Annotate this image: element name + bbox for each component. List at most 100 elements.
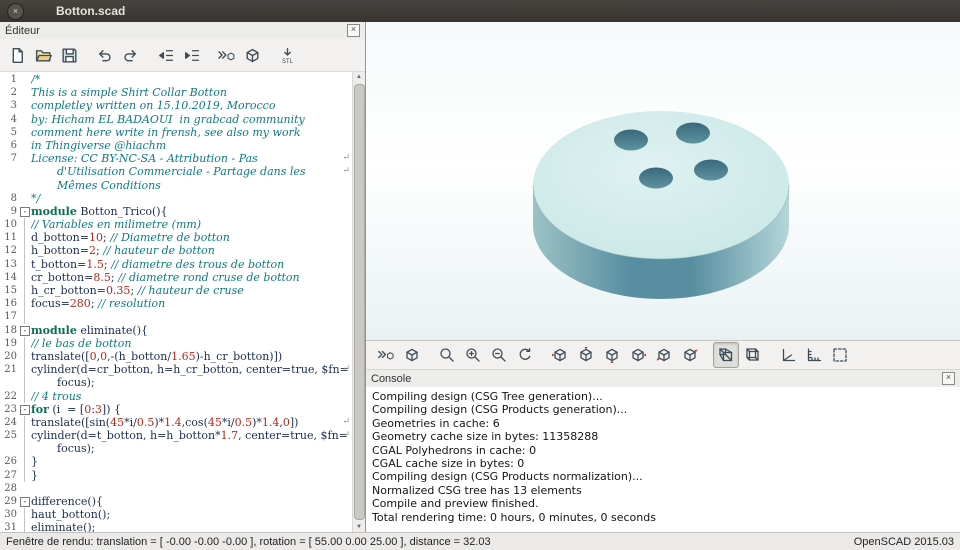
console-line: Compile and preview finished. bbox=[372, 497, 539, 511]
code-text: in Thingiverse @hiachm bbox=[31, 138, 167, 152]
zoom-out-button[interactable] bbox=[487, 343, 511, 367]
console-dock-close-button[interactable]: × bbox=[942, 372, 955, 385]
code-text: // le bas de botton bbox=[31, 336, 132, 350]
code-line: 7 License: CC BY-NC-SA - Attribution - Pa… bbox=[0, 152, 352, 165]
fold-margin bbox=[20, 297, 31, 311]
fold-margin bbox=[20, 270, 31, 285]
preview-button[interactable] bbox=[214, 43, 238, 67]
code-text: haut_botton(); bbox=[31, 508, 111, 522]
view-top-button[interactable] bbox=[574, 343, 598, 367]
line-number: 30 bbox=[4, 509, 17, 521]
view-front-button[interactable] bbox=[652, 343, 676, 367]
fold-margin bbox=[20, 165, 31, 178]
fold-toggle[interactable]: - bbox=[20, 206, 30, 217]
console-line: Compiling design (CSG Products normaliza… bbox=[372, 470, 643, 484]
code-text: d_botton=10; // Diametre de botton bbox=[31, 231, 230, 245]
orthogonal-button[interactable] bbox=[741, 343, 765, 367]
fold-margin bbox=[20, 113, 31, 126]
code-text: */ bbox=[31, 191, 41, 205]
code-line: 3 completley written on 15.10.2019, Moroc… bbox=[0, 99, 352, 112]
redo-button[interactable] bbox=[118, 43, 142, 67]
view-all-box-button[interactable] bbox=[828, 343, 852, 367]
fold-toggle[interactable]: - bbox=[20, 497, 30, 507]
code-line: Mêmes Conditions bbox=[0, 179, 352, 192]
code-editor[interactable]: 1 /* 2 This is a simple Shirt Collar Botton… bbox=[0, 72, 352, 532]
wrap-marker-icon: ↵ bbox=[342, 416, 350, 427]
code-line: 26} bbox=[0, 455, 352, 469]
open-file-button[interactable] bbox=[31, 43, 55, 67]
code-text: module eliminate(){ bbox=[31, 323, 148, 337]
save-file-button[interactable] bbox=[57, 43, 81, 67]
wrap-marker-icon: ↵ bbox=[342, 166, 350, 177]
show-axes-button[interactable] bbox=[776, 343, 800, 367]
line-number bbox=[0, 442, 20, 455]
fold-margin bbox=[20, 126, 31, 139]
export-stl-button[interactable]: STL bbox=[275, 43, 299, 67]
fold-toggle[interactable]: - bbox=[20, 325, 30, 336]
console-line: CGAL Polyhedrons in cache: 0 bbox=[372, 443, 537, 457]
view-right-button[interactable] bbox=[548, 343, 572, 367]
code-line: focus); bbox=[0, 442, 352, 456]
fold-margin bbox=[20, 376, 31, 390]
view-toolbar bbox=[366, 340, 960, 370]
fold-margin bbox=[20, 152, 31, 165]
fold-margin bbox=[20, 468, 31, 483]
fold-margin bbox=[20, 508, 31, 522]
code-line: 29- difference(){ bbox=[0, 495, 352, 508]
show-scale-markers-button[interactable] bbox=[802, 343, 826, 367]
scroll-up-icon[interactable]: ▲ bbox=[353, 74, 365, 80]
code-text: } bbox=[31, 468, 38, 482]
code-text: h_botton=2; // hauteur de botton bbox=[31, 244, 215, 258]
window-close-button[interactable]: × bbox=[7, 2, 24, 20]
undo-button[interactable] bbox=[92, 43, 116, 67]
line-number bbox=[0, 179, 20, 192]
view-left-button[interactable] bbox=[626, 343, 650, 367]
unindent-button[interactable] bbox=[153, 43, 177, 67]
perspective-button[interactable] bbox=[713, 342, 739, 368]
code-line: 2 This is a simple Shirt Collar Botton bbox=[0, 86, 352, 99]
scroll-down-icon[interactable]: ▼ bbox=[353, 524, 365, 530]
code-line: 22 // 4 trous bbox=[0, 389, 352, 403]
editor-dock-close-button[interactable]: × bbox=[347, 24, 360, 37]
reset-view-button[interactable] bbox=[513, 343, 537, 367]
line-number: 11 bbox=[4, 232, 17, 244]
perspective-icon bbox=[719, 348, 733, 362]
view-back-button[interactable] bbox=[678, 343, 702, 367]
fold-margin bbox=[20, 73, 31, 86]
fold-margin bbox=[20, 284, 31, 298]
render-button[interactable] bbox=[240, 43, 264, 67]
console-dock-title: Console bbox=[371, 372, 412, 385]
code-line: 9- module Botton_Trico(){ bbox=[0, 205, 352, 218]
line-number: 8 bbox=[10, 192, 17, 204]
fold-margin bbox=[20, 231, 31, 245]
code-text: translate([sin(45*i/0.5)*1.4,cos(45*i/0.… bbox=[31, 415, 299, 429]
viewport-3d[interactable] bbox=[366, 22, 960, 340]
unindent-icon bbox=[158, 49, 173, 61]
zoom-in-button[interactable] bbox=[461, 343, 485, 367]
indent-button[interactable] bbox=[179, 43, 203, 67]
fold-toggle[interactable]: - bbox=[20, 404, 30, 415]
console-line: Compiling design (CSG Tree generation)..… bbox=[372, 390, 603, 403]
new-file-button[interactable] bbox=[5, 43, 29, 67]
code-text: /* bbox=[31, 73, 41, 86]
view-back-icon bbox=[684, 348, 698, 362]
render-button[interactable] bbox=[400, 343, 424, 367]
preview-icon bbox=[217, 50, 234, 60]
code-line: 12 h_botton=2; // hauteur de botton bbox=[0, 244, 352, 258]
line-number: 5 bbox=[10, 126, 17, 138]
view-bottom-button[interactable] bbox=[600, 343, 624, 367]
reset-view-icon bbox=[519, 347, 531, 360]
orthogonal-icon bbox=[746, 348, 759, 361]
editor-scrollbar[interactable]: ▲ ▼ bbox=[352, 72, 365, 532]
status-text: Fenêtre de rendu: translation = [ -0.00 … bbox=[6, 535, 491, 548]
code-line: 21 cylinder(d=cr_botton, h=h_cr_botton, c… bbox=[0, 363, 352, 377]
code-line: 25 cylinder(d=t_botton, h=h_botton*1.7, c… bbox=[0, 429, 352, 443]
code-text: } bbox=[31, 455, 38, 469]
console-line: Compiling design (CSG Products generatio… bbox=[372, 403, 628, 417]
scrollbar-thumb[interactable] bbox=[354, 84, 365, 520]
fold-margin: - bbox=[20, 403, 31, 416]
line-number: 31 bbox=[4, 522, 17, 532]
preview-button[interactable] bbox=[374, 343, 398, 367]
view-all-button[interactable] bbox=[435, 343, 459, 367]
